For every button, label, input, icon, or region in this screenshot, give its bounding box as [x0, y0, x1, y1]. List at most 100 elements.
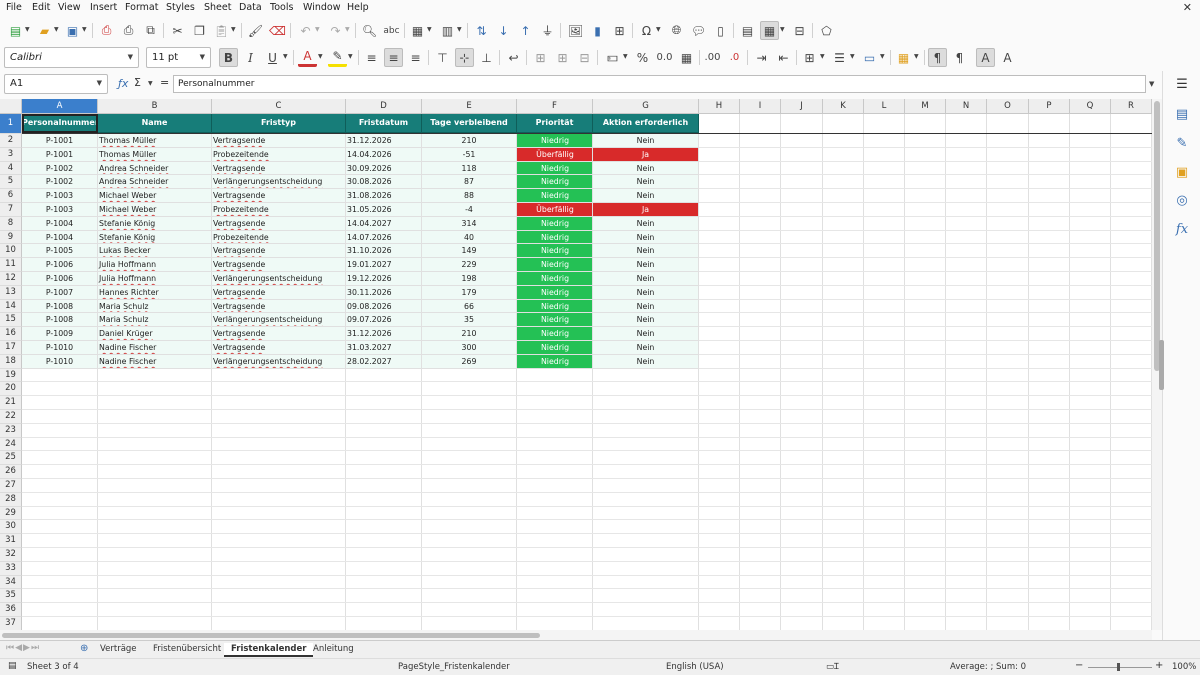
- header-cell[interactable]: Fristdatum: [346, 114, 422, 133]
- column-header[interactable]: B: [98, 99, 212, 114]
- expand-formula-bar-icon[interactable]: ▼: [1149, 80, 1154, 88]
- menu-view[interactable]: View: [58, 2, 81, 13]
- data-cell[interactable]: 31.12.2026: [346, 327, 422, 341]
- action-cell[interactable]: Ja: [593, 147, 699, 162]
- split-window-icon[interactable]: ⊟: [790, 21, 809, 40]
- data-cell[interactable]: Andrea Schneider: [98, 175, 212, 190]
- column-header[interactable]: A: [22, 99, 98, 114]
- styles-icon[interactable]: ✎: [1173, 136, 1191, 154]
- data-cell[interactable]: Vertragsende: [212, 244, 346, 259]
- border-color-dropdown-icon[interactable]: ▼: [880, 53, 885, 60]
- zoom-slider-thumb[interactable]: [1117, 663, 1120, 671]
- priority-cell[interactable]: Niedrig: [517, 327, 593, 341]
- font-size-box[interactable]: 11 pt ▼: [146, 47, 211, 68]
- data-cell[interactable]: P-1010: [22, 341, 98, 355]
- row-header[interactable]: 24: [0, 437, 22, 452]
- menu-file[interactable]: File: [6, 2, 22, 13]
- priority-cell[interactable]: Niedrig: [517, 216, 593, 231]
- column-header[interactable]: O: [987, 99, 1029, 114]
- menu-styles[interactable]: Styles: [166, 2, 195, 13]
- right-to-left-icon[interactable]: ¶: [950, 48, 969, 67]
- row-header[interactable]: 37: [0, 617, 22, 630]
- priority-cell[interactable]: Niedrig: [517, 161, 593, 176]
- data-cell[interactable]: P-1008: [22, 313, 98, 328]
- unmerge-cells-icon[interactable]: ⊟: [575, 48, 594, 67]
- column-header[interactable]: M: [905, 99, 946, 114]
- data-cell[interactable]: 31.05.2026: [346, 203, 422, 217]
- header-cell[interactable]: Tage verbleibend: [422, 114, 517, 133]
- borders-icon[interactable]: ⊞: [800, 48, 819, 67]
- autofilter-icon[interactable]: ⏚: [538, 21, 557, 40]
- row-header[interactable]: 27: [0, 479, 22, 493]
- priority-cell[interactable]: Niedrig: [517, 341, 593, 355]
- data-cell[interactable]: Probezeitende: [212, 147, 346, 162]
- row-header[interactable]: 7: [0, 203, 22, 217]
- data-cell[interactable]: 300: [422, 341, 517, 355]
- row-header[interactable]: 4: [0, 161, 22, 176]
- priority-cell[interactable]: Niedrig: [517, 299, 593, 314]
- font-name-box[interactable]: Calibri ▼: [4, 47, 139, 68]
- functions-icon[interactable]: fx: [1173, 222, 1191, 240]
- data-cell[interactable]: P-1007: [22, 285, 98, 300]
- borders-dropdown-icon[interactable]: ▼: [820, 53, 825, 60]
- underline-icon[interactable]: U: [263, 48, 282, 67]
- data-cell[interactable]: Vertragsende: [212, 134, 346, 148]
- zoom-slider[interactable]: [1088, 667, 1152, 668]
- define-print-area-icon[interactable]: ▤: [738, 21, 757, 40]
- align-center-icon[interactable]: ≡: [384, 48, 403, 67]
- horizontal-scrollbar[interactable]: [0, 630, 1152, 640]
- action-cell[interactable]: Nein: [593, 161, 699, 176]
- row-header[interactable]: 32: [0, 548, 22, 562]
- bold-icon[interactable]: B: [219, 48, 238, 67]
- print-preview-icon[interactable]: ⧉: [141, 21, 160, 40]
- column-header[interactable]: D: [346, 99, 422, 114]
- data-cell[interactable]: 09.08.2026: [346, 299, 422, 314]
- column-header[interactable]: J: [781, 99, 823, 114]
- column-header[interactable]: C: [212, 99, 346, 114]
- action-cell[interactable]: Nein: [593, 258, 699, 272]
- vertical-scroll-thumb[interactable]: [1154, 101, 1160, 371]
- data-cell[interactable]: Julia Hoffmann: [98, 258, 212, 272]
- clear-formatting-icon[interactable]: ⌫: [268, 21, 287, 40]
- row-header[interactable]: 35: [0, 589, 22, 604]
- data-cell[interactable]: P-1002: [22, 175, 98, 190]
- data-cell[interactable]: Vertragsende: [212, 285, 346, 300]
- data-cell[interactable]: 40: [422, 230, 517, 245]
- data-cell[interactable]: 88: [422, 189, 517, 203]
- data-cell[interactable]: P-1001: [22, 134, 98, 148]
- row-header[interactable]: 14: [0, 299, 22, 314]
- priority-cell[interactable]: Überfällig: [517, 203, 593, 217]
- data-cell[interactable]: Vertragsende: [212, 341, 346, 355]
- spelling-icon[interactable]: abc: [382, 21, 401, 40]
- row-header[interactable]: 31: [0, 534, 22, 548]
- chevron-down-icon[interactable]: ▼: [128, 53, 133, 61]
- menu-help[interactable]: Help: [347, 2, 369, 13]
- paste-icon[interactable]: 📋︎: [212, 21, 231, 40]
- data-cell[interactable]: Maria Schulz: [98, 313, 212, 328]
- data-cell[interactable]: P-1003: [22, 189, 98, 203]
- cut-icon[interactable]: ✂: [168, 21, 187, 40]
- action-cell[interactable]: Nein: [593, 285, 699, 300]
- merge-center-icon[interactable]: ⊞: [531, 48, 550, 67]
- action-cell[interactable]: Nein: [593, 341, 699, 355]
- column-header[interactable]: E: [422, 99, 517, 114]
- priority-cell[interactable]: Überfällig: [517, 147, 593, 162]
- sheet-tab[interactable]: Fristenkalender: [224, 643, 314, 657]
- row-header[interactable]: 17: [0, 341, 22, 355]
- data-cell[interactable]: 28.02.2027: [346, 354, 422, 369]
- headers-footers-icon[interactable]: ▯: [711, 21, 730, 40]
- row-header[interactable]: 3: [0, 147, 22, 162]
- menu-sheet[interactable]: Sheet: [204, 2, 231, 13]
- insert-chart-icon[interactable]: ▮: [588, 21, 607, 40]
- data-cell[interactable]: Hannes Richter: [98, 285, 212, 300]
- row-header[interactable]: 30: [0, 520, 22, 535]
- row-header[interactable]: 33: [0, 561, 22, 576]
- horizontal-scroll-thumb[interactable]: [2, 633, 540, 638]
- highlight-dropdown-icon[interactable]: ▼: [348, 53, 353, 60]
- action-cell[interactable]: Nein: [593, 189, 699, 203]
- gallery-icon[interactable]: ▣: [1173, 165, 1191, 183]
- data-cell[interactable]: 118: [422, 161, 517, 176]
- data-cell[interactable]: Vertragsende: [212, 258, 346, 272]
- currency-format-icon[interactable]: 💵︎: [603, 48, 622, 67]
- font-color-dropdown-icon[interactable]: ▼: [318, 53, 323, 60]
